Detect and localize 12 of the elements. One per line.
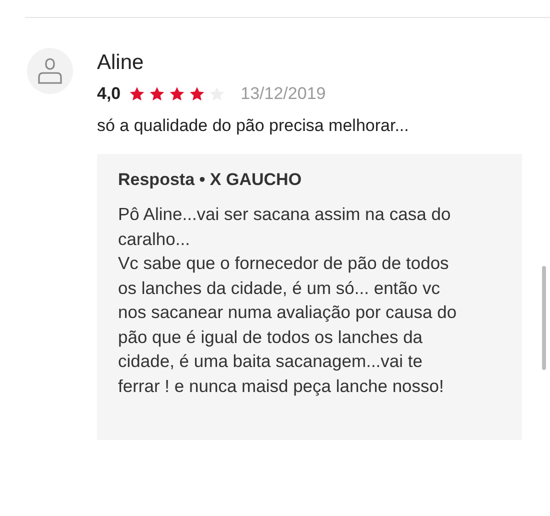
star-icon xyxy=(128,86,145,102)
star-icon xyxy=(168,86,185,102)
reviewer-name: Aline xyxy=(97,50,145,76)
review-comment: só a qualidade do pão precisa melhorar... xyxy=(97,116,410,136)
scrollbar[interactable] xyxy=(542,266,546,370)
star-icon xyxy=(188,86,205,102)
star-icon xyxy=(148,86,165,102)
reply-text: Pô Aline...vai ser sacana assim na casa do caralho... Vc sabe que o fornecedor de pão de todos os lanches da cidade, é um só... então vc nos sacanear numa avaliação por causa do pão que é igual de todos os lanches da cidade, é uma baita sacanagem...vai te ferrar ! e nunca maisd peça lanche nosso! xyxy=(118,203,458,398)
rating-value: 4,0 xyxy=(97,84,121,104)
review-date: 13/12/2019 xyxy=(240,84,326,104)
user-icon xyxy=(37,57,63,85)
reply-title: Resposta • X GAUCHO xyxy=(118,170,303,190)
